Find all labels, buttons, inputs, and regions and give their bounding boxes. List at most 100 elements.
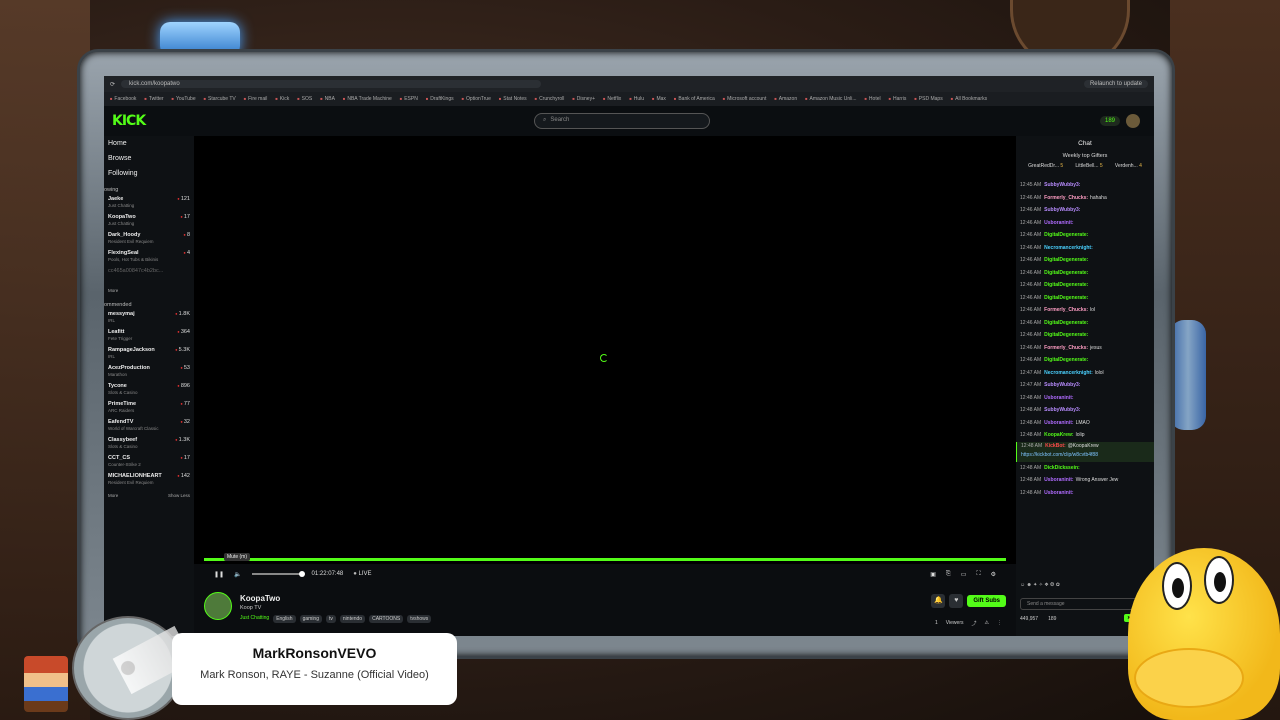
bookmark-item[interactable]: OptionTrue	[462, 96, 491, 102]
kick-logo[interactable]: KICK	[112, 113, 146, 129]
bookmark-item[interactable]: Microsoft account	[723, 96, 766, 102]
pip-icon[interactable]: ▣	[930, 571, 936, 578]
bookmark-item[interactable]: Kick	[275, 96, 289, 102]
message-username[interactable]: SubbyWubby3:	[1044, 182, 1080, 188]
stream-tag[interactable]: gaming	[299, 615, 322, 623]
bookmark-item[interactable]: Amazon	[774, 96, 797, 102]
message-username[interactable]: DigitalDegenerate:	[1044, 282, 1088, 288]
volume-slider[interactable]	[251, 571, 305, 577]
theater-icon[interactable]: ▭	[961, 571, 967, 578]
bookmark-item[interactable]: Disney+	[572, 96, 595, 102]
follow-heart-icon[interactable]: ♥	[949, 594, 964, 608]
notification-bell-icon[interactable]: 🔔	[931, 594, 946, 608]
sidebar-channel-item[interactable]: RampageJackson 5.3K IRL	[104, 346, 194, 364]
bookmark-item[interactable]: ESPN	[400, 96, 418, 102]
sidebar-channel-item[interactable]: AcezProduction53Marathon	[104, 364, 194, 382]
message-username[interactable]: Formerly_Chucks:	[1044, 307, 1088, 313]
bookmark-item[interactable]: DraftKings	[426, 96, 453, 102]
gift-subs-button[interactable]: Gift Subs	[967, 595, 1006, 607]
bookmark-item[interactable]: NBA Trade Machine	[343, 96, 391, 102]
message-username[interactable]: DigitalDegenerate:	[1044, 332, 1088, 338]
sidebar-channel-item[interactable]: Dark_Hoody8Resident Evil Requiem	[104, 231, 194, 249]
sidebar-channel-item[interactable]: PrimeTime77ARC Raiders	[104, 400, 194, 418]
top-gifter[interactable]: Verdenh... 4	[1115, 163, 1142, 169]
sidebar-channel-item[interactable]: Jaeke121Just Chatting	[104, 195, 194, 213]
sidebar-channel-item[interactable]: FlexingSeal4Pools, Hot Tubs & Bikinis	[104, 249, 194, 267]
sidebar-channel-item[interactable]: messymaj1.8KIRL	[104, 310, 194, 328]
sidebar-nav-following[interactable]: Following	[104, 166, 194, 181]
address-field[interactable]: kick.com/koopatwo	[121, 80, 542, 88]
points-badge[interactable]: 189	[1099, 116, 1120, 126]
kick-balance[interactable]: 449,957	[1020, 616, 1038, 622]
channel-name[interactable]: KoopaTwo	[240, 594, 280, 603]
message-username[interactable]: Usboraninit:	[1044, 395, 1073, 401]
bookmark-item[interactable]: YouTube	[172, 96, 196, 102]
message-username[interactable]: SubbyWubby3:	[1044, 382, 1080, 388]
live-indicator[interactable]: LIVE	[353, 571, 372, 577]
sidebar-channel-item[interactable]: Classybeef1.3KSlots & Casino	[104, 436, 194, 454]
sidebar-channel-item[interactable]: KoopaTwo17Just Chatting	[104, 213, 194, 231]
message-username[interactable]: Formerly_Chucks:	[1044, 195, 1088, 201]
message-username[interactable]: DigitalDegenerate:	[1044, 232, 1088, 238]
search-input[interactable]: ⌕ Search	[534, 113, 710, 129]
bookmark-item[interactable]: Crunchyroll	[535, 96, 564, 102]
show-more-recommended[interactable]: More	[108, 493, 118, 498]
report-icon[interactable]: ⚠	[985, 620, 989, 627]
sidebar-channel-item[interactable]: EafendTV32World of Warcraft Classic	[104, 418, 194, 436]
emote-bar[interactable]: ☺ ☻ ✦ ✧ ❖ ❂ ✿	[1020, 582, 1060, 588]
message-username[interactable]: KickBot:	[1045, 443, 1066, 449]
bookmark-item[interactable]: Hulu	[629, 96, 644, 102]
stream-tag[interactable]: tv	[326, 615, 336, 623]
reload-icon[interactable]: ⟳	[110, 81, 115, 88]
bookmark-item[interactable]: SOS	[297, 96, 313, 102]
message-username[interactable]: Usboraninit:	[1044, 420, 1073, 426]
message-username[interactable]: Usboraninit:	[1044, 477, 1073, 483]
stream-tag[interactable]: English	[273, 615, 296, 623]
volume-icon[interactable]: 🔈	[234, 571, 241, 578]
bookmark-item[interactable]: All Bookmarks	[951, 96, 987, 102]
message-username[interactable]: DigitalDegenerate:	[1044, 320, 1088, 326]
sidebar-nav-home[interactable]: Home	[104, 136, 194, 151]
message-username[interactable]: Necromancerknight:	[1044, 370, 1093, 376]
seek-bar[interactable]	[204, 558, 1006, 561]
show-less-link[interactable]: Show Less	[168, 493, 190, 498]
sidebar-nav-browse[interactable]: Browse	[104, 151, 194, 166]
message-username[interactable]: Necromancerknight:	[1044, 245, 1093, 251]
bookmark-item[interactable]: Max	[652, 96, 665, 102]
bookmark-item[interactable]: Fire mail	[244, 96, 267, 102]
sidebar-channel-item[interactable]: MICHAELIONHEART142Resident Evil Requiem	[104, 472, 194, 490]
bookmark-item[interactable]: Netflix	[603, 96, 621, 102]
bookmark-item[interactable]: Hotel	[865, 96, 881, 102]
share-icon[interactable]: ⤴	[972, 620, 977, 627]
video-player[interactable]	[194, 136, 1016, 564]
stream-tag[interactable]: tvshows	[407, 615, 432, 623]
bookmark-item[interactable]: Starcube TV	[204, 96, 236, 102]
top-gifter[interactable]: LittleBell... 5	[1075, 163, 1102, 169]
message-username[interactable]: Usboraninit:	[1044, 490, 1073, 496]
message-username[interactable]: DigitalDegenerate:	[1044, 295, 1088, 301]
relaunch-button[interactable]: Relaunch to update	[1083, 80, 1148, 88]
message-username[interactable]: SubbyWubby3:	[1044, 407, 1080, 413]
sidebar-channel-item[interactable]: Leafitt364Fete Trigger	[104, 328, 194, 346]
bookmark-item[interactable]: Harris	[889, 96, 906, 102]
top-gifter[interactable]: GreatRedDr... 5	[1028, 163, 1063, 169]
message-username[interactable]: DigitalDegenerate:	[1044, 357, 1088, 363]
bookmark-item[interactable]: NBA	[320, 96, 335, 102]
stream-tag[interactable]: nintendo	[339, 615, 366, 623]
message-username[interactable]: Formerly_Chucks:	[1044, 345, 1088, 351]
stream-tag[interactable]: CARTOONS	[369, 615, 404, 623]
sidebar-channel-item[interactable]: Tycone896Slots & Casino	[104, 382, 194, 400]
settings-gear-icon[interactable]: ⚙	[991, 571, 996, 578]
bookmark-item[interactable]: Amazon Music Unli...	[805, 96, 857, 102]
message-username[interactable]: KoopaKrew:	[1044, 432, 1073, 438]
user-avatar[interactable]	[1126, 114, 1140, 128]
bookmark-item[interactable]: Stat Notes	[499, 96, 526, 102]
sidebar-offline-item[interactable]: cc465a00847c4b2bc...	[104, 267, 194, 285]
pause-icon[interactable]: ❚❚	[214, 571, 224, 578]
message-username[interactable]: DigitalDegenerate:	[1044, 270, 1088, 276]
bookmark-item[interactable]: Twitter	[144, 96, 164, 102]
bookmark-item[interactable]: Facebook	[110, 96, 136, 102]
message-link[interactable]: https://kickbot.com/clip/w8cvtb4f88	[1021, 452, 1098, 458]
message-username[interactable]: Usboraninit:	[1044, 220, 1073, 226]
message-username[interactable]: SubbyWubby3:	[1044, 207, 1080, 213]
